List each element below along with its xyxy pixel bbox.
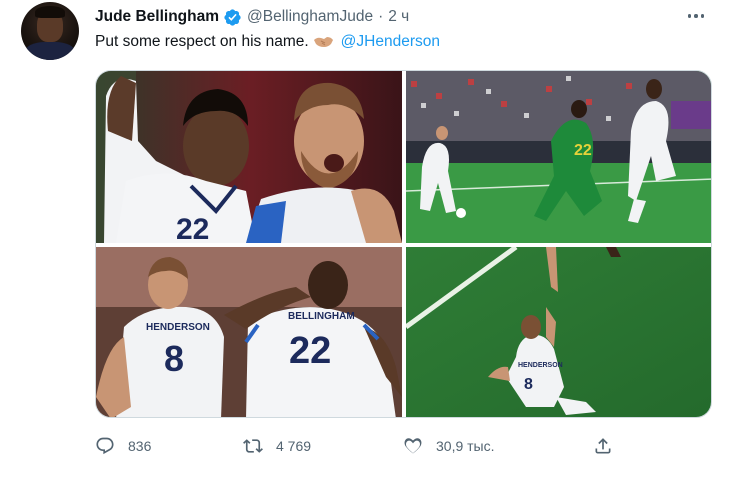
svg-text:BELLINGHAM: BELLINGHAM bbox=[288, 311, 355, 322]
verified-badge-icon bbox=[224, 8, 241, 26]
svg-text:8: 8 bbox=[524, 376, 533, 393]
svg-text:22: 22 bbox=[574, 142, 592, 159]
photo-1[interactable]: 22 bbox=[96, 71, 402, 243]
tweet-text: Put some respect on his name. bbox=[95, 33, 309, 50]
tweet-header: Jude Bellingham @BellinghamJude · 2 ч bbox=[95, 6, 409, 28]
reply-icon bbox=[96, 437, 114, 455]
like-count: 30,9 тыс. bbox=[436, 438, 495, 454]
photo-4[interactable]: HENDERSON 8 bbox=[406, 247, 711, 417]
share-button[interactable] bbox=[593, 432, 613, 460]
svg-text:22: 22 bbox=[289, 330, 331, 372]
share-icon bbox=[595, 438, 611, 454]
svg-text:HENDERSON: HENDERSON bbox=[518, 362, 563, 369]
separator-dot: · bbox=[378, 8, 384, 25]
photo-3[interactable]: HENDERSON 8 BELLINGHAM 22 bbox=[96, 247, 402, 417]
handshake-emoji-icon bbox=[313, 35, 334, 49]
mention-link[interactable]: @JHenderson bbox=[341, 33, 440, 51]
svg-text:22: 22 bbox=[176, 213, 209, 243]
photo-2[interactable]: 22 bbox=[406, 71, 711, 243]
reply-button[interactable]: 836 bbox=[95, 432, 151, 460]
tweet-body: Put some respect on his name. @JHenderso… bbox=[95, 33, 440, 51]
tweet-actions: 836 4 769 30,9 тыс. bbox=[95, 432, 615, 460]
reply-count: 836 bbox=[128, 438, 152, 454]
tweet-timestamp[interactable]: 2 ч bbox=[388, 8, 409, 26]
more-options-icon[interactable] bbox=[684, 6, 708, 26]
heart-icon bbox=[404, 438, 422, 454]
avatar[interactable] bbox=[21, 2, 79, 60]
retweet-button[interactable]: 4 769 bbox=[243, 432, 311, 460]
svg-text:8: 8 bbox=[164, 338, 184, 379]
user-handle[interactable]: @BellinghamJude bbox=[247, 8, 373, 26]
display-name[interactable]: Jude Bellingham bbox=[95, 8, 219, 26]
media-grid: 22 22 HENDERSON 8 BELLINGHAM 22 HENDERSO… bbox=[95, 70, 712, 418]
svg-text:HENDERSON: HENDERSON bbox=[146, 322, 210, 333]
retweet-icon bbox=[243, 439, 263, 453]
like-button[interactable]: 30,9 тыс. bbox=[403, 432, 495, 460]
retweet-count: 4 769 bbox=[276, 438, 312, 454]
tweet-card[interactable]: Jude Bellingham @BellinghamJude · 2 ч Pu… bbox=[0, 0, 730, 477]
